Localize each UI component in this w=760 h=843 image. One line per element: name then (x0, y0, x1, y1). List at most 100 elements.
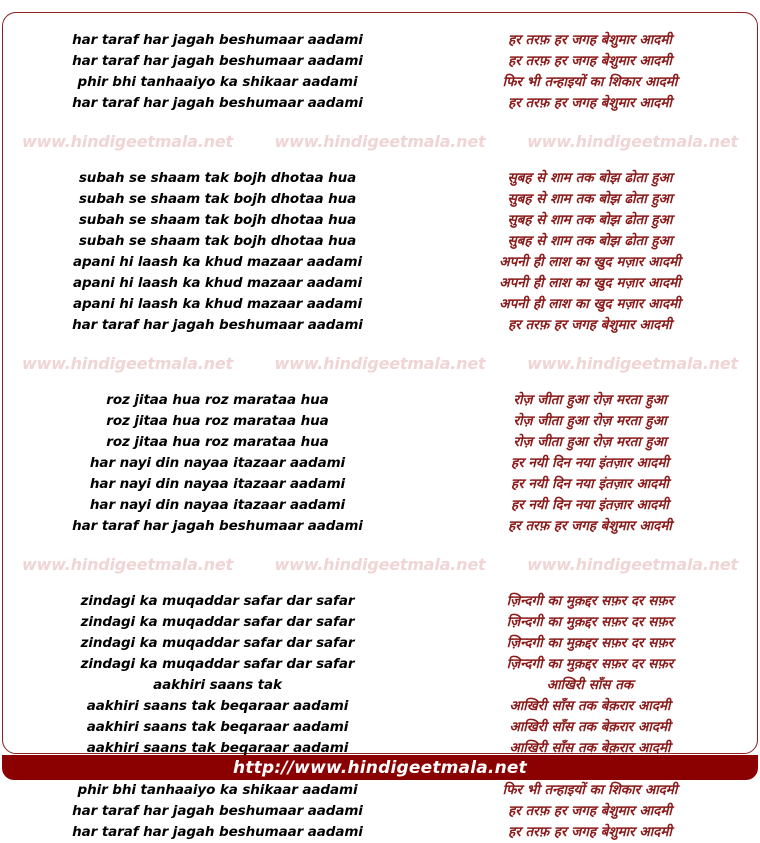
lyric-transliteration: subah se shaam tak bojh dhotaa hua (78, 170, 357, 186)
lyric-devanagari: रोज़ जीता हुआ रोज़ मरता हुआ (513, 392, 667, 408)
lyrics-page: har taraf har jagah beshumaar aadami हर त… (0, 0, 760, 840)
verse-gap (0, 376, 760, 390)
lyric-line: har nayi din nayaa itazaar aadami हर नयी … (0, 453, 760, 474)
lyric-devanagari: हर तरफ़ हर जगह बेशुमार आदमी (508, 95, 672, 111)
lyric-line: har taraf har jagah beshumaar aadami हर त… (0, 315, 760, 336)
verse-gap (0, 537, 760, 551)
watermark-text: www.hindigeetmala.net (527, 353, 738, 373)
lyric-devanagari: हर नयी दिन नया इंतज़ार आदमी (511, 455, 669, 471)
lyric-transliteration: har nayi din nayaa itazaar aadami (89, 476, 346, 492)
lyric-transliteration: aakhiri saans tak beqaraar aadami (86, 698, 349, 714)
watermark-row: www.hindigeetmala.net www.hindigeetmala.n… (0, 350, 760, 376)
lyric-devanagari: आखिरी साँस तक बेक़रार आदमी (509, 698, 671, 714)
lyric-line: har taraf har jagah beshumaar aadami हर त… (0, 30, 760, 51)
lyric-devanagari: हर तरफ़ हर जगह बेशुमार आदमी (508, 824, 672, 840)
lyric-transliteration: har nayi din nayaa itazaar aadami (89, 497, 346, 513)
watermark-text: www.hindigeetmala.net (527, 554, 738, 574)
lyric-line: aakhiri saans tak beqaraar aadami आखिरी स… (0, 696, 760, 717)
lyric-line: zindagi ka muqaddar safar dar safar ज़िन्… (0, 612, 760, 633)
watermark-text: www.hindigeetmala.net (22, 554, 233, 574)
lyric-line: roz jitaa hua roz marataa hua रोज़ जीता ह… (0, 432, 760, 453)
watermark-row: www.hindigeetmala.net www.hindigeetmala.n… (0, 128, 760, 154)
lyric-line: subah se shaam tak bojh dhotaa hua सुबह स… (0, 231, 760, 252)
verse-block: zindagi ka muqaddar safar dar safar ज़िन्… (0, 591, 760, 843)
lyric-transliteration: zindagi ka muqaddar safar dar safar (80, 614, 355, 630)
lyric-line: apani hi laash ka khud mazaar aadami अपनी… (0, 252, 760, 273)
footer-site-url[interactable]: http://www.hindigeetmala.net (233, 758, 527, 778)
lyric-transliteration: zindagi ka muqaddar safar dar safar (80, 593, 355, 609)
watermark-text: www.hindigeetmala.net (527, 131, 738, 151)
verse-gap (0, 577, 760, 591)
lyric-devanagari: अपनी ही लाश का खुद मज़ार आदमी (499, 254, 681, 270)
lyric-transliteration: har nayi din nayaa itazaar aadami (89, 455, 346, 471)
lyric-devanagari: रोज़ जीता हुआ रोज़ मरता हुआ (513, 434, 667, 450)
lyric-transliteration: subah se shaam tak bojh dhotaa hua (78, 191, 357, 207)
lyric-line: har taraf har jagah beshumaar aadami हर त… (0, 822, 760, 843)
lyric-line: roz jitaa hua roz marataa hua रोज़ जीता ह… (0, 411, 760, 432)
lyric-devanagari: हर तरफ़ हर जगह बेशुमार आदमी (508, 518, 672, 534)
lyric-line: har nayi din nayaa itazaar aadami हर नयी … (0, 495, 760, 516)
lyric-devanagari: अपनी ही लाश का खुद मज़ार आदमी (499, 275, 681, 291)
lyric-transliteration: har taraf har jagah beshumaar aadami (72, 824, 363, 840)
lyric-transliteration: aakhiri saans tak beqaraar aadami (86, 719, 349, 735)
lyric-devanagari: आखिरी साँस तक बेक़रार आदमी (509, 719, 671, 735)
verse-block: subah se shaam tak bojh dhotaa hua सुबह स… (0, 168, 760, 336)
lyric-transliteration: roz jitaa hua roz marataa hua (106, 413, 329, 429)
lyric-line: apani hi laash ka khud mazaar aadami अपनी… (0, 273, 760, 294)
watermark-text: www.hindigeetmala.net (274, 554, 486, 574)
lyric-transliteration: apani hi laash ka khud mazaar aadami (72, 254, 362, 270)
lyric-transliteration: har taraf har jagah beshumaar aadami (72, 32, 363, 48)
lyric-transliteration: har taraf har jagah beshumaar aadami (72, 53, 363, 69)
lyric-devanagari: सुबह से शाम तक बोझ ढोता हुआ (507, 212, 673, 228)
lyric-line: subah se shaam tak bojh dhotaa hua सुबह स… (0, 189, 760, 210)
lyric-line: har taraf har jagah beshumaar aadami हर त… (0, 93, 760, 114)
lyric-line: phir bhi tanhaaiyo ka shikaar aadami फिर … (0, 72, 760, 93)
lyric-line: roz jitaa hua roz marataa hua रोज़ जीता ह… (0, 390, 760, 411)
lyric-transliteration: phir bhi tanhaaiyo ka shikaar aadami (77, 782, 358, 798)
lyric-line: zindagi ka muqaddar safar dar safar ज़िन्… (0, 591, 760, 612)
verse-block: har taraf har jagah beshumaar aadami हर त… (0, 30, 760, 114)
lyric-line: subah se shaam tak bojh dhotaa hua सुबह स… (0, 210, 760, 231)
lyric-transliteration: roz jitaa hua roz marataa hua (106, 434, 329, 450)
lyric-transliteration: har taraf har jagah beshumaar aadami (72, 803, 363, 819)
lyric-transliteration: har taraf har jagah beshumaar aadami (72, 317, 363, 333)
verse-block: roz jitaa hua roz marataa hua रोज़ जीता ह… (0, 390, 760, 537)
lyric-line: apani hi laash ka khud mazaar aadami अपनी… (0, 294, 760, 315)
footer-banner: http://www.hindigeetmala.net (2, 755, 758, 780)
watermark-row: www.hindigeetmala.net www.hindigeetmala.n… (0, 551, 760, 577)
lyric-devanagari: अपनी ही लाश का खुद मज़ार आदमी (499, 296, 681, 312)
lyric-transliteration: har taraf har jagah beshumaar aadami (72, 95, 363, 111)
lyric-line: phir bhi tanhaaiyo ka shikaar aadami फिर … (0, 780, 760, 801)
lyric-line: aakhiri saans tak beqaraar aadami आखिरी स… (0, 717, 760, 738)
lyric-line: zindagi ka muqaddar safar dar safar ज़िन्… (0, 633, 760, 654)
lyric-devanagari: आखिरी साँस तक (546, 677, 634, 693)
lyric-line: har taraf har jagah beshumaar aadami हर त… (0, 801, 760, 822)
lyric-line: zindagi ka muqaddar safar dar safar ज़िन्… (0, 654, 760, 675)
lyric-transliteration: subah se shaam tak bojh dhotaa hua (78, 212, 357, 228)
lyric-devanagari: हर तरफ़ हर जगह बेशुमार आदमी (508, 32, 672, 48)
lyric-devanagari: हर तरफ़ हर जगह बेशुमार आदमी (508, 53, 672, 69)
lyric-line: har taraf har jagah beshumaar aadami हर त… (0, 516, 760, 537)
lyric-devanagari: सुबह से शाम तक बोझ ढोता हुआ (507, 233, 673, 249)
lyric-devanagari: सुबह से शाम तक बोझ ढोता हुआ (507, 170, 673, 186)
lyric-transliteration: subah se shaam tak bojh dhotaa hua (78, 233, 357, 249)
lyric-devanagari: रोज़ जीता हुआ रोज़ मरता हुआ (513, 413, 667, 429)
lyric-devanagari: हर नयी दिन नया इंतज़ार आदमी (511, 497, 669, 513)
lyric-devanagari: हर तरफ़ हर जगह बेशुमार आदमी (508, 317, 672, 333)
watermark-text: www.hindigeetmala.net (22, 131, 233, 151)
lyric-transliteration: apani hi laash ka khud mazaar aadami (72, 275, 362, 291)
verse-gap (0, 336, 760, 350)
lyric-transliteration: zindagi ka muqaddar safar dar safar (80, 656, 355, 672)
lyric-devanagari: ज़िन्दगी का मुक़द्दर सफ़र दर सफ़र (506, 635, 674, 651)
lyric-devanagari: हर नयी दिन नया इंतज़ार आदमी (511, 476, 669, 492)
lyric-devanagari: ज़िन्दगी का मुक़द्दर सफ़र दर सफ़र (506, 656, 674, 672)
top-spacer (0, 0, 760, 30)
watermark-text: www.hindigeetmala.net (22, 353, 233, 373)
lyric-line: har nayi din nayaa itazaar aadami हर नयी … (0, 474, 760, 495)
lyric-line: aakhiri saans tak आखिरी साँस तक (0, 675, 760, 696)
lyric-transliteration: phir bhi tanhaaiyo ka shikaar aadami (77, 74, 358, 90)
lyric-devanagari: ज़िन्दगी का मुक़द्दर सफ़र दर सफ़र (506, 593, 674, 609)
verse-gap (0, 114, 760, 128)
lyric-devanagari: ज़िन्दगी का मुक़द्दर सफ़र दर सफ़र (506, 614, 674, 630)
lyric-devanagari: हर तरफ़ हर जगह बेशुमार आदमी (508, 803, 672, 819)
